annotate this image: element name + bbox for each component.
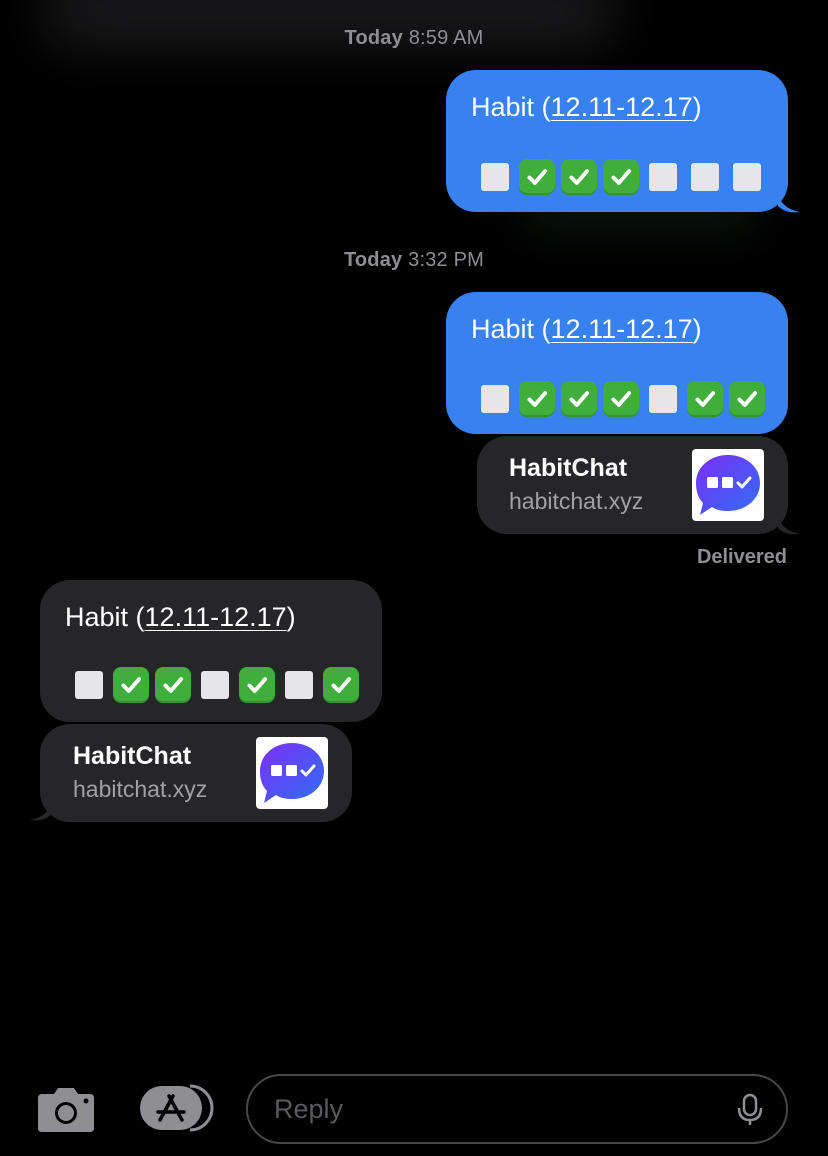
habit-squares bbox=[476, 380, 766, 418]
check-mark-icon bbox=[154, 666, 192, 704]
date-range-link[interactable]: 12.11-12.17 bbox=[551, 314, 693, 344]
title-prefix: Habit ( bbox=[471, 314, 551, 344]
habitchat-logo-icon bbox=[256, 737, 328, 809]
habit-squares bbox=[476, 158, 766, 196]
check-mark-icon bbox=[728, 380, 766, 418]
link-url: habitchat.xyz bbox=[73, 776, 208, 802]
timestamp-time: 3:32 PM bbox=[408, 249, 485, 271]
timestamp-day: Today bbox=[344, 27, 403, 49]
white-square-icon bbox=[196, 666, 234, 704]
white-square-icon bbox=[686, 158, 724, 196]
title-suffix: ) bbox=[692, 92, 702, 122]
habit-squares bbox=[70, 666, 360, 704]
camera-icon[interactable] bbox=[36, 1084, 96, 1132]
app-store-icon[interactable] bbox=[138, 1084, 214, 1132]
message-title: Habit (12.11-12.17) bbox=[65, 602, 296, 633]
sent-link-preview[interactable]: HabitChat habitchat.xyz bbox=[477, 436, 788, 534]
check-mark-icon bbox=[686, 380, 724, 418]
check-mark-icon bbox=[518, 158, 556, 196]
delivered-status: Delivered bbox=[696, 546, 787, 568]
title-suffix: ) bbox=[286, 602, 296, 632]
white-square-icon bbox=[476, 380, 514, 418]
link-title: HabitChat bbox=[73, 742, 192, 770]
title-prefix: Habit ( bbox=[65, 602, 145, 632]
title-suffix: ) bbox=[692, 314, 702, 344]
received-link-preview[interactable]: HabitChat habitchat.xyz bbox=[40, 724, 352, 822]
received-message-bubble[interactable]: Habit (12.11-12.17) bbox=[40, 580, 382, 722]
date-range-link[interactable]: 12.11-12.17 bbox=[145, 602, 287, 632]
white-square-icon bbox=[644, 380, 682, 418]
white-square-icon bbox=[728, 158, 766, 196]
check-mark-icon bbox=[602, 380, 640, 418]
check-mark-icon bbox=[560, 158, 598, 196]
message-title: Habit (12.11-12.17) bbox=[471, 314, 702, 345]
check-mark-icon bbox=[238, 666, 276, 704]
timestamp-day: Today bbox=[343, 249, 403, 271]
timestamp-time: 8:59 AM bbox=[408, 27, 484, 49]
white-square-icon bbox=[280, 666, 318, 704]
check-mark-icon bbox=[560, 380, 598, 418]
sent-message-bubble-2[interactable]: Habit (12.11-12.17) bbox=[446, 292, 788, 434]
date-range-link[interactable]: 12.11-12.17 bbox=[551, 92, 693, 122]
microphone-icon[interactable] bbox=[736, 1093, 764, 1127]
link-url: habitchat.xyz bbox=[509, 488, 644, 514]
white-square-icon bbox=[476, 158, 514, 196]
check-mark-icon bbox=[518, 380, 556, 418]
composer-bar bbox=[0, 1060, 828, 1156]
habitchat-logo-icon bbox=[692, 449, 764, 521]
white-square-icon bbox=[644, 158, 682, 196]
reply-input[interactable] bbox=[246, 1074, 788, 1144]
bubble-tail bbox=[778, 514, 800, 535]
timestamp-1: Today 8:59 AM bbox=[0, 27, 828, 50]
white-square-icon bbox=[70, 666, 108, 704]
bubble-tail bbox=[778, 192, 800, 213]
title-prefix: Habit ( bbox=[471, 92, 551, 122]
timestamp-2: Today 3:32 PM bbox=[0, 249, 828, 272]
link-title: HabitChat bbox=[509, 454, 628, 482]
check-mark-icon bbox=[112, 666, 150, 704]
check-mark-icon bbox=[602, 158, 640, 196]
check-mark-icon bbox=[322, 666, 360, 704]
sent-message-bubble-1[interactable]: Habit (12.11-12.17) bbox=[446, 70, 788, 212]
message-title: Habit (12.11-12.17) bbox=[471, 92, 702, 123]
bubble-tail bbox=[30, 800, 52, 821]
